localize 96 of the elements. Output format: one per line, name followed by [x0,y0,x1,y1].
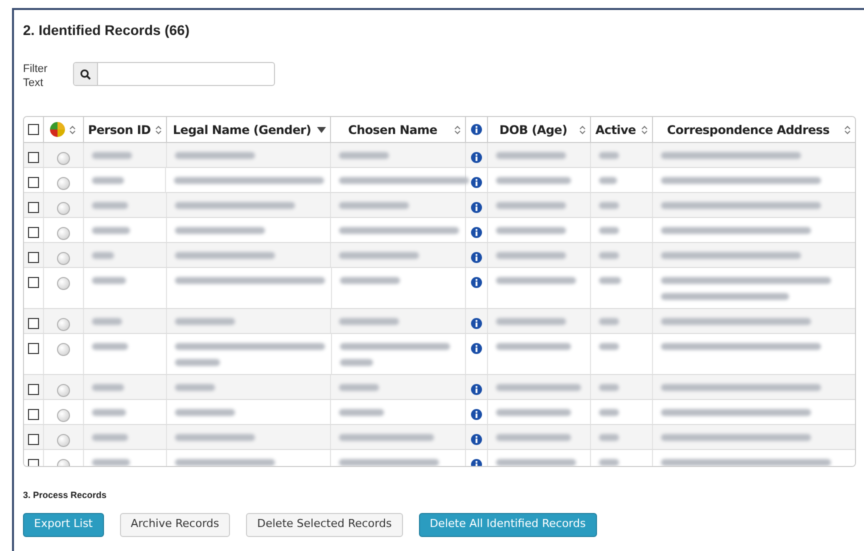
status-indicator [56,277,70,290]
checkbox[interactable] [28,202,39,213]
blurred-text [496,202,566,209]
info-icon[interactable] [470,384,482,395]
blurred-text [92,343,128,350]
column-header[interactable]: DOB (Age) [492,120,575,138]
sort-icon[interactable] [578,124,586,134]
blurred-text [599,177,617,184]
blurred-text [92,459,130,466]
blurred-text [598,277,621,284]
blurred-text [598,202,619,209]
blurred-text [598,343,619,350]
info-icon[interactable] [471,227,482,238]
blurred-text [174,384,215,391]
column-header[interactable]: Legal Name (Gender) [170,120,314,138]
blurred-text [598,384,619,391]
blurred-text [598,409,619,416]
checkbox[interactable] [28,152,39,163]
blurred-text [92,227,130,234]
status-indicator [56,343,70,356]
blurred-text [496,318,566,325]
sort-icon[interactable] [454,124,461,134]
blurred-text [92,409,126,416]
column-header[interactable]: Person ID [88,120,151,138]
checkbox[interactable] [28,277,39,288]
info-icon[interactable] [470,409,482,420]
sort-descending-icon[interactable] [317,126,326,132]
sort-icon[interactable] [154,124,162,134]
info-icon[interactable] [470,152,482,163]
blurred-text [339,318,400,325]
blurred-text [92,277,126,284]
info-icon[interactable] [470,318,482,329]
blurred-text [598,252,619,259]
blurred-text [496,227,566,234]
info-icon[interactable] [471,177,482,188]
blurred-text [339,202,410,209]
sort-icon[interactable] [844,124,851,134]
checkbox[interactable] [28,409,39,420]
status-indicator [56,384,70,397]
checkbox[interactable] [28,124,39,135]
section-title: 2. Identified Records (66) [23,21,190,40]
action-button[interactable]: Delete Selected Records [246,512,403,536]
blurred-text [598,318,619,325]
column-header[interactable]: Active [594,120,637,138]
checkbox[interactable] [28,384,39,395]
blurred-text [339,152,390,159]
blurred-text [598,434,619,441]
checkbox[interactable] [28,434,39,445]
info-icon[interactable] [470,124,482,135]
search-icon [80,68,91,80]
action-button[interactable]: Archive Records [120,512,230,536]
checkbox[interactable] [28,227,39,238]
blurred-text [92,177,124,184]
blurred-text [496,152,566,159]
checkbox[interactable] [28,318,39,329]
column-header[interactable]: Chosen Name [335,120,450,138]
status-indicator [56,318,70,331]
checkbox[interactable] [28,343,39,354]
status-indicator [56,409,70,422]
blurred-text [598,227,619,234]
column-header[interactable]: Correspondence Address [656,120,840,138]
checkbox[interactable] [28,252,39,263]
status-indicator [56,252,70,265]
checkbox[interactable] [28,177,39,188]
status-indicator [56,152,70,165]
blurred-text [340,277,400,284]
filter-label: Filter Text [23,62,48,90]
status-indicator [56,177,70,190]
sort-icon[interactable] [640,124,648,134]
blurred-text [92,152,132,159]
blurred-text [92,384,124,391]
blurred-text [598,152,619,159]
status-indicator [56,202,70,215]
blurred-text [339,409,384,416]
section-title: 3. Process Records [23,489,108,502]
blurred-text [174,409,235,416]
info-icon[interactable] [470,434,482,445]
filter-field[interactable] [73,62,275,86]
blurred-text [174,318,235,325]
blurred-text [340,359,373,366]
status-indicator [56,434,70,447]
sort-icon[interactable] [69,124,76,134]
blurred-text [496,252,566,259]
blurred-text [92,252,114,259]
blurred-text [92,202,128,209]
blurred-text [174,359,220,366]
blurred-text [598,459,619,466]
blurred-text [339,384,380,391]
info-icon[interactable] [470,252,482,263]
info-icon[interactable] [471,277,482,288]
info-icon[interactable] [470,202,482,213]
status-indicator [56,227,70,240]
info-icon[interactable] [471,343,482,354]
blurred-text [92,434,128,441]
blurred-text [92,318,122,325]
status-legend-icon [50,122,66,137]
